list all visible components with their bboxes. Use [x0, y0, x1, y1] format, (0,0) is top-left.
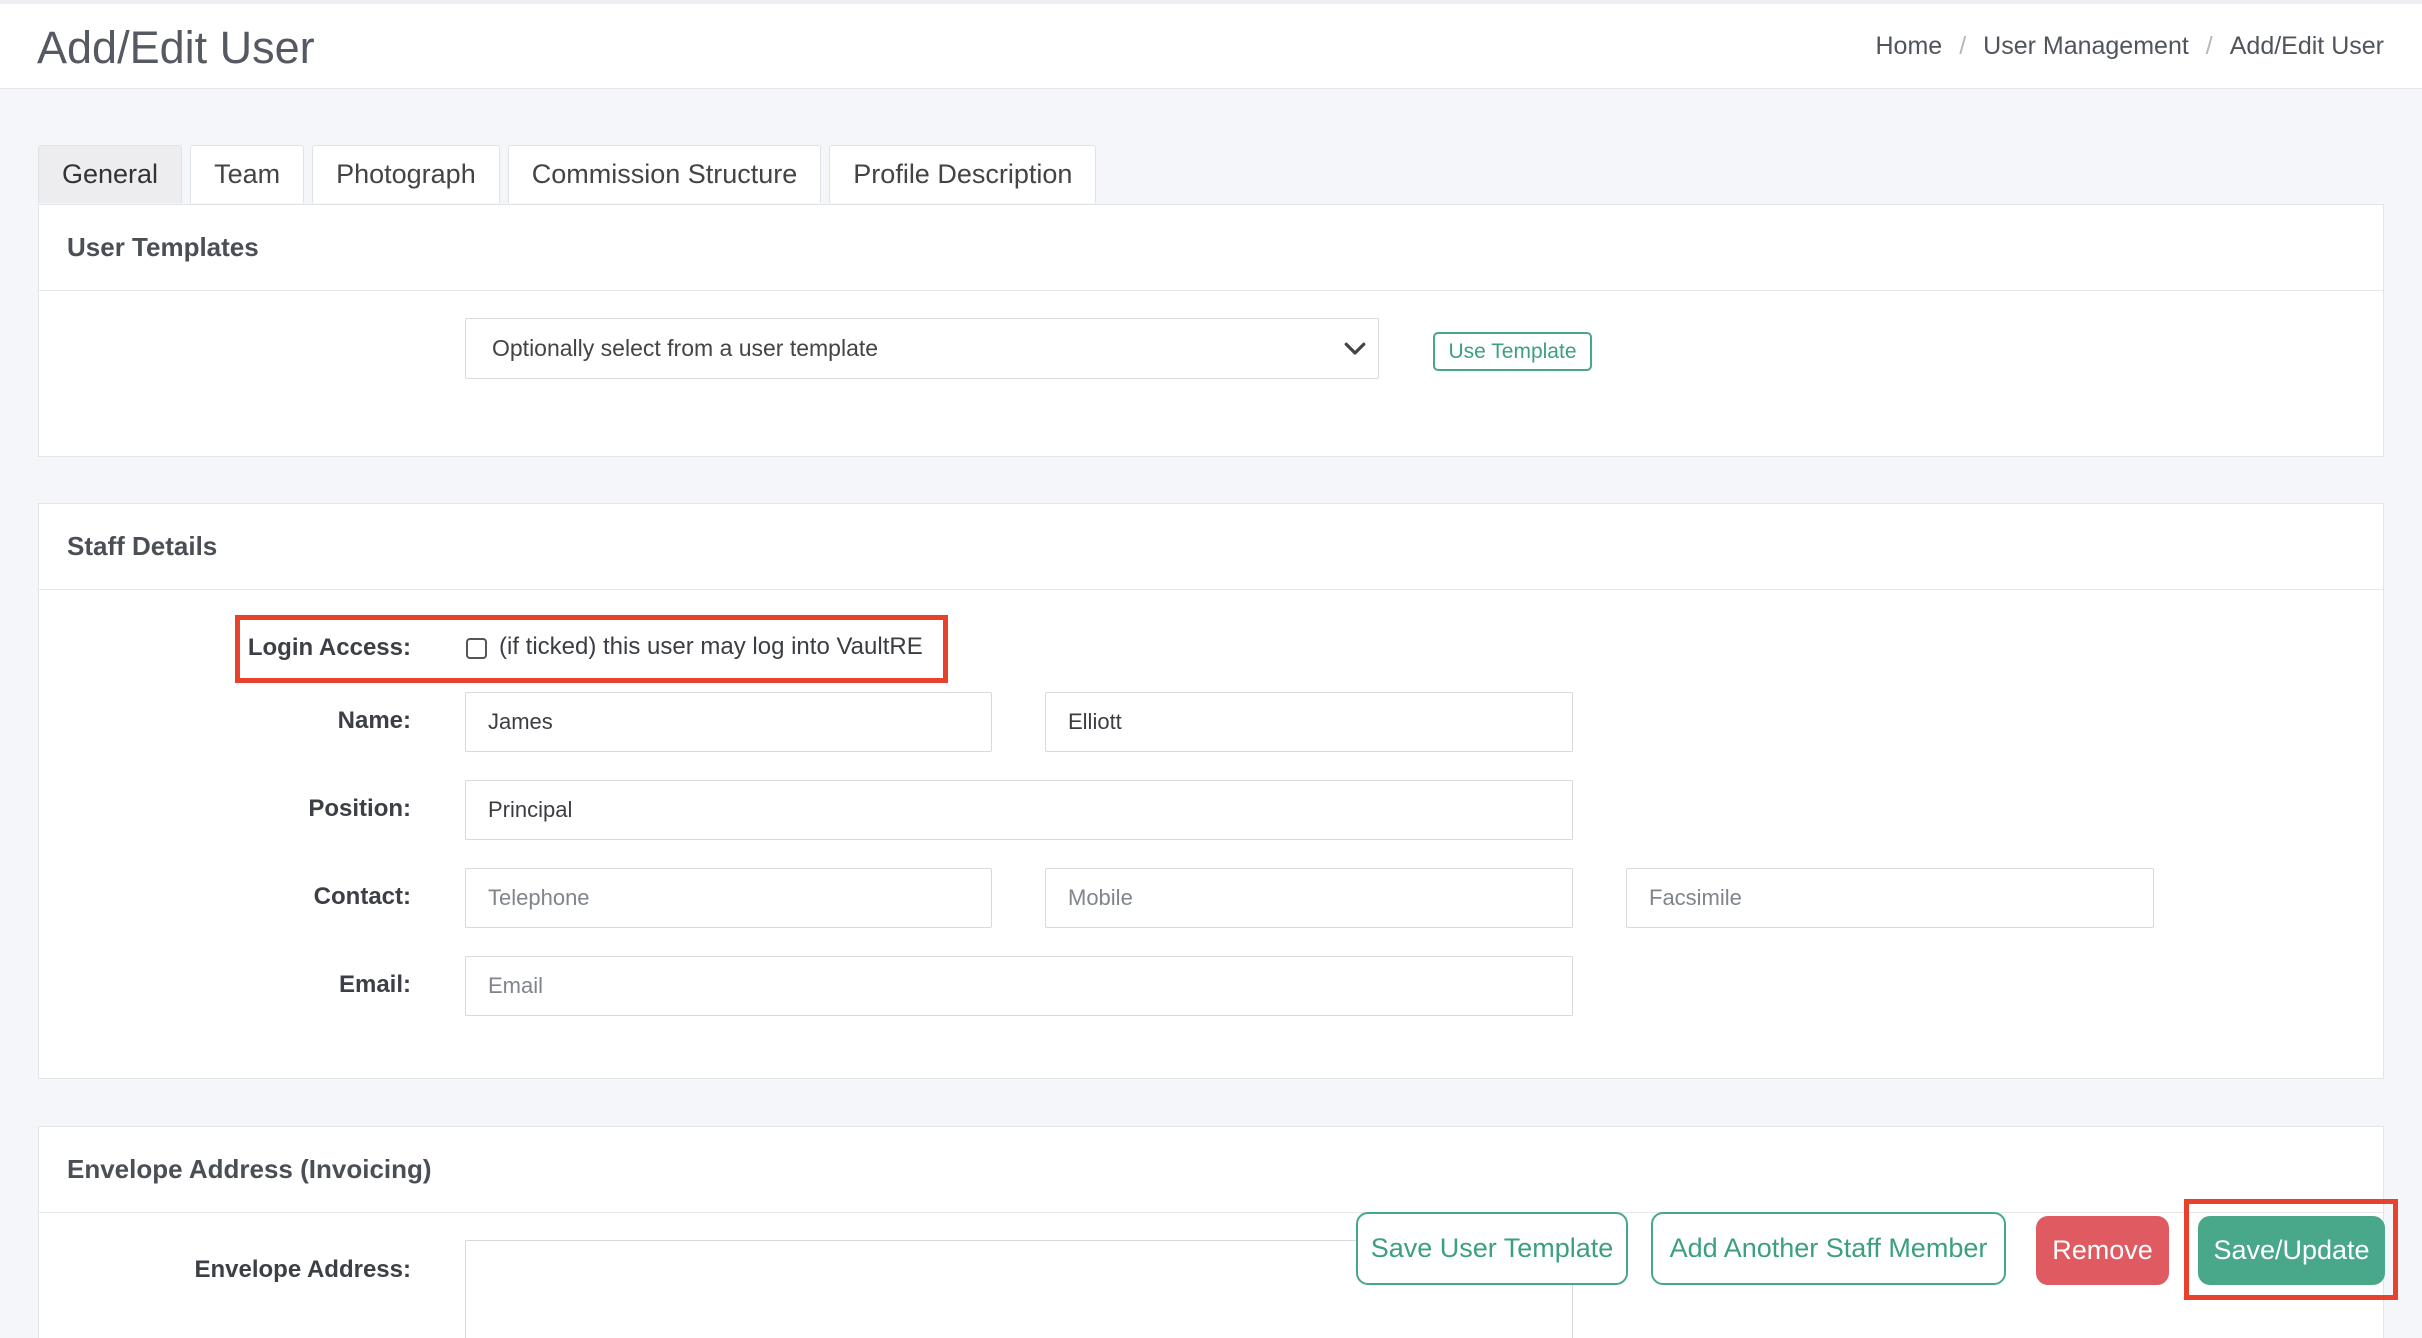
chevron-down-icon [1344, 342, 1366, 355]
login-access-checkbox[interactable] [466, 638, 487, 659]
remove-button[interactable]: Remove [2036, 1216, 2169, 1285]
tab-photograph[interactable]: Photograph [312, 145, 500, 203]
breadcrumb: Home / User Management / Add/Edit User [1876, 32, 2385, 61]
user-template-select-value: Optionally select from a user template [492, 335, 879, 361]
breadcrumb-current: Add/Edit User [2229, 32, 2384, 60]
login-access-label: Login Access: [247, 634, 411, 661]
mobile-input[interactable]: Mobile [1045, 868, 1573, 928]
contact-label: Contact: [313, 883, 411, 910]
email-input[interactable]: Email [465, 956, 1573, 1016]
last-name-input[interactable]: Elliott [1045, 692, 1573, 752]
telephone-input[interactable]: Telephone [465, 868, 992, 928]
breadcrumb-home[interactable]: Home [1876, 32, 1943, 61]
first-name-input[interactable]: James [465, 692, 992, 752]
staff-details-panel: Staff Details Login Access: (if ticked) … [38, 503, 2384, 1079]
email-label: Email: [338, 971, 411, 998]
breadcrumb-separator: / [2205, 32, 2213, 60]
facsimile-input[interactable]: Facsimile [1626, 868, 2154, 928]
page-title: Add/Edit User [37, 22, 315, 73]
envelope-panel: Envelope Address (Invoicing) Envelope Ad… [38, 1126, 2384, 1338]
add-another-staff-member-button[interactable]: Add Another Staff Member [1651, 1212, 2006, 1285]
breadcrumb-user-management[interactable]: User Management [1983, 32, 2189, 61]
envelope-address-label: Envelope Address: [194, 1256, 411, 1283]
user-templates-heading: User Templates [39, 205, 2383, 291]
save-update-button[interactable]: Save/Update [2198, 1216, 2385, 1285]
tab-profile-description[interactable]: Profile Description [829, 145, 1097, 203]
name-label: Name: [337, 707, 411, 734]
tab-general[interactable]: General [38, 145, 183, 203]
breadcrumb-separator: / [1959, 32, 1967, 60]
tab-bar: General Team Photograph Commission Struc… [38, 145, 1104, 203]
staff-details-heading: Staff Details [39, 504, 2383, 590]
user-templates-panel: User Templates Optionally select from a … [38, 204, 2384, 457]
save-user-template-button[interactable]: Save User Template [1356, 1212, 1628, 1285]
page-header: Add/Edit User Home / User Management / A… [0, 0, 2422, 89]
tab-team[interactable]: Team [190, 145, 305, 203]
user-template-select[interactable]: Optionally select from a user template [465, 318, 1379, 379]
use-template-button[interactable]: Use Template [1433, 332, 1592, 371]
position-label: Position: [308, 795, 411, 822]
tab-commission-structure[interactable]: Commission Structure [507, 145, 822, 203]
position-input[interactable]: Principal [465, 780, 1573, 840]
envelope-heading: Envelope Address (Invoicing) [39, 1127, 2383, 1213]
page: Add/Edit User Home / User Management / A… [0, 0, 2422, 1338]
login-access-text: (if ticked) this user may log into Vault… [499, 633, 923, 660]
